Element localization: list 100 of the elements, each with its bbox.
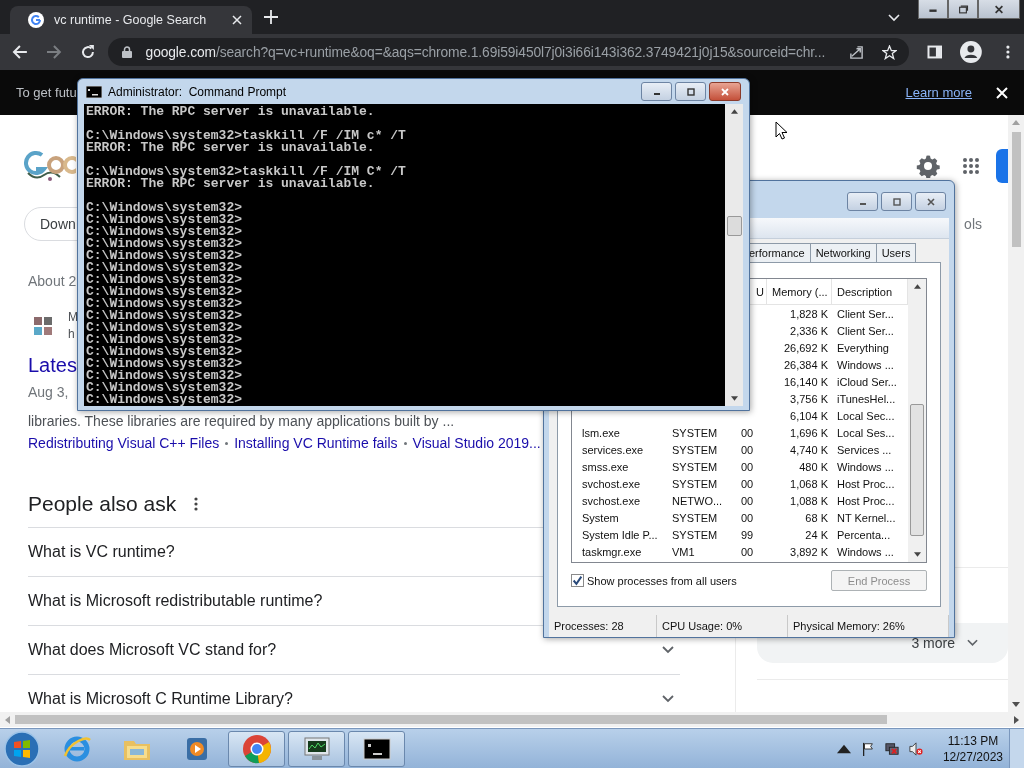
avatar-icon[interactable] bbox=[960, 41, 983, 63]
clock[interactable]: 11:13 PM 12/27/2023 bbox=[942, 732, 1003, 765]
network-error-icon[interactable] bbox=[884, 741, 899, 756]
taskbar-button[interactable] bbox=[288, 730, 345, 767]
minimize-button[interactable] bbox=[918, 0, 948, 19]
apps-icon[interactable] bbox=[962, 157, 980, 175]
process-description: Windows ... bbox=[837, 545, 894, 558]
reload-icon[interactable] bbox=[79, 44, 96, 60]
separator-dot bbox=[403, 441, 407, 445]
process-name: taskmgr.exe bbox=[582, 545, 642, 558]
scroll-down-icon[interactable] bbox=[730, 396, 738, 401]
sitelink[interactable]: Visual Studio 2019... bbox=[412, 432, 541, 454]
vertical-scrollbar[interactable] bbox=[725, 104, 743, 406]
back-icon[interactable] bbox=[12, 44, 28, 60]
maximize-button[interactable] bbox=[675, 82, 706, 101]
column-header[interactable]: U bbox=[732, 279, 767, 305]
learn-more-link[interactable]: Learn more bbox=[905, 85, 972, 100]
sitelink[interactable]: Redistributing Visual C++ Files bbox=[28, 432, 220, 454]
process-description: Host Proc... bbox=[837, 494, 895, 507]
vertical-scrollbar[interactable] bbox=[908, 279, 926, 562]
lock-icon bbox=[121, 46, 132, 58]
column-header[interactable]: Memory (... bbox=[767, 279, 832, 305]
chevron-down-icon bbox=[967, 639, 978, 647]
tab[interactable]: Users bbox=[875, 243, 917, 262]
maximize-icon bbox=[890, 197, 903, 206]
process-name: smss.exe bbox=[582, 460, 629, 473]
process-description: Client Ser... bbox=[837, 324, 894, 337]
checkbox[interactable] bbox=[571, 574, 584, 587]
scroll-right-icon[interactable] bbox=[1014, 715, 1019, 724]
console-line: C:\Windows\system32> bbox=[86, 286, 244, 298]
restore-button[interactable] bbox=[948, 0, 978, 19]
console-line: C:\Windows\system32> bbox=[86, 346, 244, 358]
memory-value: 1,088 K bbox=[790, 494, 828, 507]
scroll-up-icon[interactable] bbox=[730, 109, 738, 114]
browser-tab[interactable]: vc runtime - Google Search bbox=[10, 6, 252, 34]
console-line: C:\Windows\system32> bbox=[86, 250, 244, 262]
close-icon[interactable] bbox=[232, 15, 242, 25]
user-name: SYSTEM bbox=[672, 477, 718, 490]
process-description: Services ... bbox=[837, 443, 892, 456]
close-button[interactable] bbox=[978, 0, 1020, 19]
scroll-up-icon[interactable] bbox=[913, 284, 921, 289]
scroll-thumb[interactable] bbox=[726, 216, 742, 236]
console-line: C:\Windows\system32> bbox=[86, 298, 244, 310]
taskbar-button[interactable] bbox=[348, 730, 405, 767]
console-line: C:\Windows\system32> bbox=[86, 238, 244, 250]
address-bar[interactable]: google.com/search?q=vc+runtime&oq=&aqs=chrome.1.69i59i450l7j0i3i66i143i362.3749421j0j15&sourceid=chr... bbox=[107, 38, 909, 66]
cpu-value: 99 bbox=[741, 528, 754, 541]
console-line: C:\Windows\system32> bbox=[86, 322, 244, 334]
console-line: C:\Windows\system32> bbox=[86, 382, 244, 394]
process-name: svchost.exe bbox=[582, 494, 641, 507]
scroll-thumb[interactable] bbox=[1011, 132, 1021, 247]
process-name: svchost.exe bbox=[582, 477, 641, 490]
sitelink[interactable]: Installing VC Runtime fails bbox=[234, 432, 398, 454]
logo-drawing bbox=[24, 149, 76, 183]
process-description: NT Kernel... bbox=[837, 511, 896, 524]
memory-value: 1,068 K bbox=[790, 477, 828, 490]
banner-text: To get futu bbox=[16, 85, 77, 100]
scroll-down-icon[interactable] bbox=[913, 552, 921, 557]
console-line: C:\Windows\system32>taskkill /F /IM C* /T bbox=[86, 166, 407, 178]
memory-value: 480 K bbox=[799, 460, 828, 473]
memory-value: 26,384 K bbox=[783, 358, 828, 371]
scroll-thumb[interactable] bbox=[910, 404, 924, 536]
new-tab-icon[interactable] bbox=[264, 10, 278, 24]
minimize-button[interactable] bbox=[847, 192, 878, 211]
minimize-button[interactable] bbox=[641, 82, 672, 101]
command-prompt-icon bbox=[86, 85, 102, 98]
close-button[interactable] bbox=[915, 192, 946, 211]
more-options-icon[interactable] bbox=[194, 497, 199, 511]
memory-value: 24 K bbox=[805, 528, 828, 541]
speaker-muted-icon[interactable] bbox=[908, 741, 923, 756]
user-name: SYSTEM bbox=[672, 511, 718, 524]
vertical-scrollbar[interactable] bbox=[1008, 115, 1024, 712]
chrome-icon bbox=[241, 733, 272, 764]
start-button[interactable] bbox=[4, 730, 40, 767]
process-description: Client Ser... bbox=[837, 307, 894, 320]
scroll-thumb[interactable] bbox=[15, 715, 887, 724]
settings-icon[interactable] bbox=[916, 154, 940, 178]
maximize-button[interactable] bbox=[881, 192, 912, 211]
sign-in-button[interactable] bbox=[996, 149, 1008, 183]
side-panel-icon[interactable] bbox=[926, 44, 943, 60]
memory-value: 26,692 K bbox=[783, 341, 828, 354]
process-description: Windows ... bbox=[837, 460, 894, 473]
result-title-link[interactable]: Lates bbox=[28, 352, 77, 378]
share-icon[interactable] bbox=[848, 44, 864, 60]
tab[interactable]: Networking bbox=[809, 243, 877, 262]
google-icon bbox=[28, 12, 44, 28]
horizontal-scrollbar[interactable] bbox=[0, 712, 1024, 727]
process-description: Everything bbox=[837, 341, 889, 354]
cpu-value: 00 bbox=[741, 511, 754, 524]
tools-button[interactable]: ols bbox=[964, 216, 982, 232]
close-button[interactable] bbox=[709, 82, 741, 101]
process-description: Host Proc... bbox=[837, 477, 895, 490]
chevron-down-icon bbox=[662, 646, 674, 654]
scroll-down-icon[interactable] bbox=[1012, 702, 1020, 707]
forward-icon[interactable] bbox=[45, 44, 62, 60]
flag-icon[interactable] bbox=[860, 741, 875, 756]
console-line: ERROR: The RPC server is unavailable. bbox=[86, 178, 376, 190]
memory-value: 4,740 K bbox=[790, 443, 828, 456]
star-icon[interactable] bbox=[881, 44, 897, 60]
chevron-down-icon[interactable] bbox=[888, 14, 900, 22]
